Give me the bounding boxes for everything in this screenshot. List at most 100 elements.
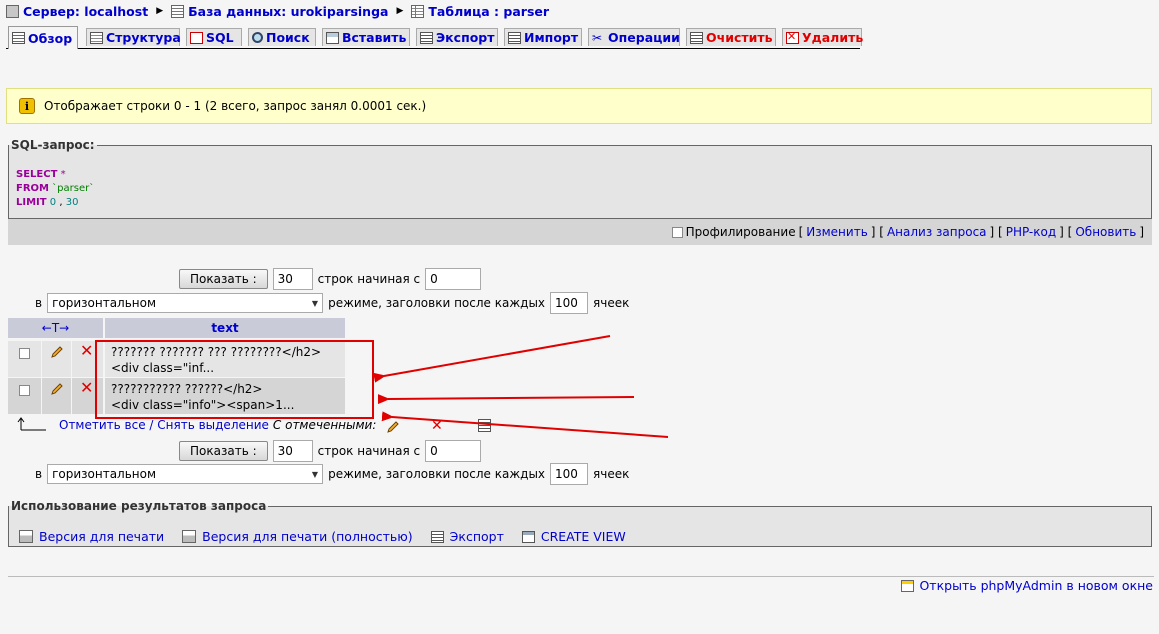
cell-line: ??????? ??????? ??? ????????</h2>: [111, 345, 322, 359]
column-header-text[interactable]: text: [105, 318, 345, 338]
tab-label: Очистить: [706, 30, 773, 45]
bulk-delete-icon[interactable]: ✕: [431, 419, 443, 433]
table-icon: [411, 4, 425, 18]
sql-actions-bar: Профилирование [ Изменить ] [ Анализ зап…: [8, 218, 1152, 245]
repeat-headers-input-bottom[interactable]: 100: [550, 463, 589, 485]
link-label: Экспорт: [449, 529, 504, 544]
chevron-down-icon: ▼: [311, 298, 319, 308]
tab-export[interactable]: Экспорт: [416, 28, 498, 46]
mode-label: режиме, заголовки после каждых: [328, 296, 546, 310]
show-button-bottom[interactable]: Показать :: [179, 441, 268, 461]
search-icon: [252, 32, 263, 43]
tab-insert[interactable]: Вставить: [322, 28, 410, 46]
start-row-input-bottom[interactable]: 0: [425, 440, 482, 462]
uncheck-all-link[interactable]: Снять выделение: [157, 418, 269, 432]
row-checkbox[interactable]: [19, 385, 30, 396]
pencil-icon[interactable]: [50, 382, 64, 396]
tab-import[interactable]: Импорт: [504, 28, 582, 46]
bulk-export-icon[interactable]: [478, 419, 491, 432]
result-notice: i Отображает строки 0 - 1 (2 всего, запр…: [6, 88, 1152, 124]
breadcrumb-server[interactable]: Сервер: localhost: [23, 4, 148, 19]
tab-drop[interactable]: Удалить: [782, 28, 864, 46]
breadcrumb-separator-icon: ▶: [396, 6, 404, 16]
select-value: горизонтальном: [52, 296, 157, 310]
notice-text: Отображает строки 0 - 1 (2 всего, запрос…: [44, 99, 427, 113]
rows-label: строк начиная с: [317, 272, 421, 286]
empty-icon: [690, 31, 703, 44]
edit-query-link[interactable]: Изменить: [806, 225, 868, 239]
tab-operations[interactable]: ✂ Операции: [588, 28, 680, 46]
chevron-down-icon: ▼: [311, 469, 319, 479]
start-row-input-top[interactable]: 0: [425, 268, 482, 290]
export-icon: [430, 530, 444, 543]
structure-icon: [90, 31, 103, 44]
pencil-icon[interactable]: [50, 345, 64, 359]
query-results-usage-box: Использование результатов запроса Версия…: [8, 499, 1152, 547]
bracket: ] [: [989, 225, 1003, 239]
rows-count-input-top[interactable]: 30: [272, 268, 313, 290]
sql-keyword: SELECT: [16, 169, 58, 180]
select-value: горизонтальном: [52, 467, 157, 481]
bracket: ] [: [1059, 225, 1073, 239]
check-all-link[interactable]: Отметить все: [59, 418, 146, 432]
display-mode-select-top[interactable]: горизонтальном ▼: [47, 293, 324, 313]
print-view-link[interactable]: Версия для печати: [19, 529, 164, 544]
server-icon: [6, 4, 19, 18]
table-row: [8, 378, 41, 414]
insert-icon: [326, 31, 339, 44]
nav-top-row2: в горизонтальном ▼ режиме, заголовки посл…: [35, 292, 629, 314]
tab-label: Экспорт: [436, 30, 495, 45]
bulk-edit-pencil-icon[interactable]: [386, 420, 400, 434]
print-view-full-link[interactable]: Версия для печати (полностью): [182, 529, 413, 544]
bracket: ] [: [870, 225, 884, 239]
tab-label: Импорт: [524, 30, 579, 45]
nav-bottom-row2: в горизонтальном ▼ режиме, заголовки посл…: [35, 463, 629, 485]
display-mode-select-bottom[interactable]: горизонтальном ▼: [47, 464, 324, 484]
row-edit-cell: [42, 341, 71, 377]
sql-punctuation: ,: [59, 197, 63, 208]
database-icon: [171, 4, 185, 18]
create-view-link[interactable]: CREATE VIEW: [521, 529, 626, 544]
tab-structure[interactable]: Структура: [86, 28, 181, 46]
sort-arrows[interactable]: ←T→: [8, 318, 103, 338]
row-checkbox[interactable]: [19, 348, 30, 359]
tab-label: Операции: [608, 30, 680, 45]
sql-number: 0: [49, 197, 57, 208]
repeat-headers-input-top[interactable]: 100: [550, 292, 589, 314]
rows-count-input-bottom[interactable]: 30: [272, 440, 313, 462]
profiling-checkbox[interactable]: [671, 226, 683, 238]
tab-sql[interactable]: SQL: [186, 28, 242, 46]
show-button-top[interactable]: Показать :: [179, 269, 268, 289]
breadcrumb-database[interactable]: База данных: urokiparsinga: [188, 4, 388, 19]
delete-icon[interactable]: ✕: [80, 380, 93, 396]
tab-label: Структура: [106, 30, 181, 45]
row-text-cell: ??????????? ??????</h2> <div class="info…: [105, 378, 345, 414]
tab-search[interactable]: Поиск: [248, 28, 316, 46]
tab-label: Удалить: [802, 30, 864, 45]
in-label: в: [35, 467, 43, 481]
divider: [8, 576, 1154, 577]
sql-keyword: FROM: [16, 183, 49, 194]
row-text-cell: ??????? ??????? ??? ????????</h2> <div c…: [105, 341, 345, 377]
row-delete-cell: ✕: [72, 341, 103, 377]
table-row: [8, 341, 41, 377]
refresh-link[interactable]: Обновить: [1075, 225, 1136, 239]
info-icon: i: [19, 98, 35, 114]
link-label: Версия для печати: [39, 529, 165, 544]
cell-line: <div class="info"><span>1...: [111, 398, 295, 412]
cells-label: ячеек: [593, 296, 630, 310]
nav-top-row1: Показать : 30 строк начиная с 0: [179, 268, 482, 290]
tab-browse[interactable]: Обзор: [8, 26, 78, 49]
usage-links: Версия для печати Версия для печати (пол…: [19, 529, 626, 544]
tab-label: Вставить: [342, 30, 407, 45]
export-link[interactable]: Экспорт: [430, 529, 504, 544]
explain-query-link[interactable]: Анализ запроса: [887, 225, 987, 239]
tab-empty[interactable]: Очистить: [686, 28, 776, 46]
breadcrumb-table[interactable]: Таблица : parser: [428, 4, 549, 19]
delete-icon[interactable]: ✕: [80, 343, 93, 359]
annotation-arrow: [377, 394, 635, 405]
open-new-window-link[interactable]: Открыть phpMyAdmin в новом окне: [901, 578, 1153, 593]
php-code-link[interactable]: PHP-код: [1006, 225, 1056, 239]
cells-label: ячеек: [593, 467, 630, 481]
tab-label: Обзор: [28, 30, 73, 46]
